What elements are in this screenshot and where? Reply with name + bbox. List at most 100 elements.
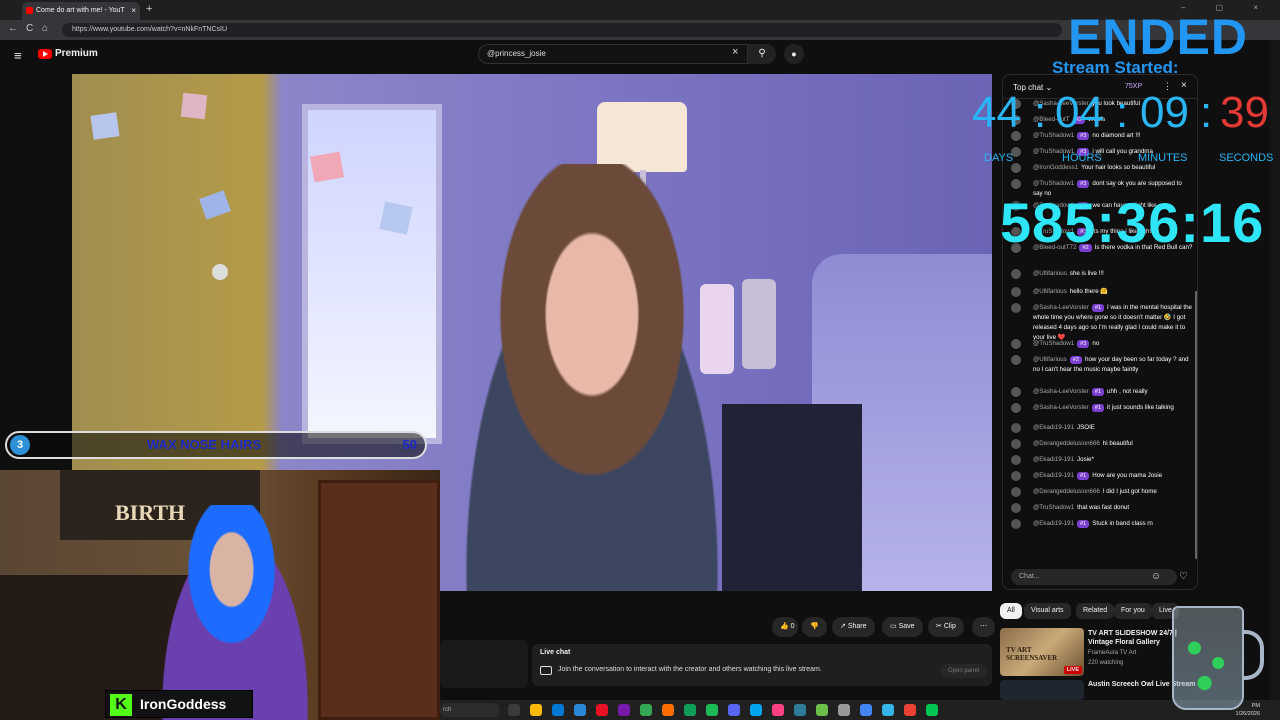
- taskbar-search[interactable]: rch: [440, 703, 500, 717]
- chat-message[interactable]: @IronGoddess1 Your hair looks so beautifu…: [1011, 163, 1193, 173]
- avatar[interactable]: [1011, 269, 1021, 279]
- taskbar-app-icon[interactable]: [640, 704, 652, 716]
- chat-message[interactable]: @Derangeddelusion666 hi beautiful: [1011, 439, 1193, 449]
- avatar[interactable]: [1011, 179, 1021, 189]
- reload-icon[interactable]: C: [26, 23, 33, 34]
- more-actions-button[interactable]: ⋯: [972, 617, 995, 637]
- taskbar-app-icon[interactable]: [574, 704, 586, 716]
- chat-author[interactable]: @Derangeddelusion666: [1033, 488, 1100, 495]
- chip-for-you[interactable]: For you: [1114, 603, 1152, 619]
- avatar[interactable]: [1011, 403, 1021, 413]
- chat-author[interactable]: @Sasha-LeeVorster: [1033, 304, 1089, 311]
- chat-message[interactable]: @Ekadi19-191 Josie*: [1011, 455, 1193, 465]
- emoji-icon[interactable]: ☺: [1151, 571, 1161, 582]
- taskbar-app-icon[interactable]: [926, 704, 938, 716]
- taskbar-app-icon[interactable]: [552, 704, 564, 716]
- heart-icon[interactable]: ♡: [1179, 571, 1188, 582]
- avatar[interactable]: [1011, 471, 1021, 481]
- share-button[interactable]: ↗ Share: [832, 617, 875, 637]
- chat-author[interactable]: @Ekadi19-191: [1033, 520, 1074, 527]
- recommendation-channel[interactable]: FrameAura TV Art: [1088, 650, 1136, 656]
- chip-visual-arts[interactable]: Visual arts: [1024, 603, 1071, 619]
- chip-all[interactable]: All: [1000, 603, 1022, 619]
- taskbar-app-icon[interactable]: [772, 704, 784, 716]
- chat-message[interactable]: @Ekadi19-191 #1 Stuck in band class rn: [1011, 519, 1193, 529]
- new-tab-button[interactable]: +: [146, 3, 152, 15]
- back-icon[interactable]: ←: [8, 23, 18, 34]
- taskbar-app-icon[interactable]: [750, 704, 762, 716]
- microphone-icon[interactable]: ●: [784, 44, 804, 64]
- avatar[interactable]: [1011, 355, 1021, 365]
- menu-icon[interactable]: ≡: [14, 48, 22, 63]
- chat-message[interactable]: @Sasha-LeeVorster #1 it just sounds like t…: [1011, 403, 1193, 413]
- taskbar-app-icon[interactable]: [530, 704, 542, 716]
- recommendation-thumbnail[interactable]: TV ART SCREENSAVER LIVE: [1000, 628, 1084, 676]
- tab-close-icon[interactable]: ×: [131, 2, 136, 20]
- clear-search-icon[interactable]: ×: [732, 46, 738, 58]
- avatar[interactable]: [1011, 519, 1021, 529]
- chat-message[interactable]: @Sasha-LeeVorster #1 uhh , not really: [1011, 387, 1193, 397]
- taskbar-app-icon[interactable]: [816, 704, 828, 716]
- chat-author[interactable]: @Ekadi19-191: [1033, 472, 1074, 479]
- chat-author[interactable]: @Ekadi19-191: [1033, 456, 1074, 463]
- chat-message[interactable]: @Ultifarious hello there 🤗: [1011, 287, 1193, 297]
- taskbar-app-icon[interactable]: [838, 704, 850, 716]
- recommendation-thumbnail[interactable]: [1000, 680, 1084, 700]
- chat-author[interactable]: @Sasha-LeeVorster: [1033, 388, 1089, 395]
- avatar[interactable]: [1011, 423, 1021, 433]
- hours-label: HOURS: [1062, 152, 1102, 164]
- chat-scrollbar[interactable]: [1195, 291, 1197, 559]
- avatar[interactable]: [1011, 303, 1021, 313]
- avatar[interactable]: [1011, 387, 1021, 397]
- chat-message[interactable]: @Ultifarious #2 how your day been so far t…: [1011, 355, 1193, 375]
- avatar[interactable]: [1011, 503, 1021, 513]
- chat-author[interactable]: @IronGoddess1: [1033, 164, 1078, 171]
- taskbar-app-icon[interactable]: [706, 704, 718, 716]
- chat-author[interactable]: @Sasha-LeeVorster: [1033, 404, 1089, 411]
- taskbar-app-icon[interactable]: [728, 704, 740, 716]
- youtube-logo-icon[interactable]: [38, 49, 52, 59]
- avatar[interactable]: [1011, 487, 1021, 497]
- avatar[interactable]: [1011, 339, 1021, 349]
- chat-author[interactable]: @Ultifarious: [1033, 356, 1067, 363]
- chat-author[interactable]: @Ekadi19-191: [1033, 424, 1074, 431]
- chat-message[interactable]: @Ultifarious she is live !!!: [1011, 269, 1193, 279]
- chat-author[interactable]: @TruShadow1: [1033, 340, 1074, 347]
- open-panel-button[interactable]: Open panel: [940, 664, 988, 678]
- chip-related[interactable]: Related: [1076, 603, 1115, 619]
- avatar[interactable]: [1011, 287, 1021, 297]
- chat-author[interactable]: @Derangeddelusion666: [1033, 440, 1100, 447]
- browser-tab[interactable]: Come do art with me! - YouT ×: [22, 2, 140, 20]
- like-button[interactable]: 👍 0: [772, 617, 798, 637]
- taskbar-app-icon[interactable]: [684, 704, 696, 716]
- chat-message[interactable]: @TruShadow1 #3 no: [1011, 339, 1193, 349]
- avatar[interactable]: [1011, 439, 1021, 449]
- chat-message[interactable]: @Ekadi19-191 JSOIE: [1011, 423, 1193, 433]
- search-input[interactable]: @princess_josie: [478, 44, 748, 64]
- url-field[interactable]: https://www.youtube.com/watch?v=nNkFnTNC…: [62, 23, 1062, 37]
- avatar[interactable]: [1011, 455, 1021, 465]
- chat-message[interactable]: @TruShadow1 that was fast donut: [1011, 503, 1193, 513]
- chat-message[interactable]: @Ekadi19-191 #1 How are you mama Josie: [1011, 471, 1193, 481]
- dislike-button[interactable]: 👎: [802, 617, 827, 637]
- taskbar-app-icon[interactable]: [794, 704, 806, 716]
- chat-author[interactable]: @Ultifarious: [1033, 288, 1067, 295]
- chat-author[interactable]: @TruShadow1: [1033, 180, 1074, 187]
- taskbar-app-icon[interactable]: [508, 704, 520, 716]
- chat-author[interactable]: @TruShadow1: [1033, 504, 1074, 511]
- search-icon[interactable]: ⚲: [748, 44, 776, 64]
- clip-button[interactable]: ✂ Clip: [928, 617, 964, 637]
- taskbar-app-icon[interactable]: [618, 704, 630, 716]
- taskbar-app-icon[interactable]: [596, 704, 608, 716]
- taskbar-app-icon[interactable]: [662, 704, 674, 716]
- taskbar-app-icon[interactable]: [904, 704, 916, 716]
- home-icon[interactable]: ⌂: [42, 23, 48, 34]
- chat-author[interactable]: @Ultifarious: [1033, 270, 1067, 277]
- taskbar-app-icon[interactable]: [882, 704, 894, 716]
- save-button[interactable]: ▭ Save: [882, 617, 923, 637]
- chat-message[interactable]: @Sasha-LeeVorster #1 I was in the mental h…: [1011, 303, 1193, 343]
- avatar[interactable]: [1011, 163, 1021, 173]
- chat-message[interactable]: @Derangeddelusion666 I did I just got hom…: [1011, 487, 1193, 497]
- premium-label[interactable]: Premium: [55, 48, 98, 59]
- taskbar-app-icon[interactable]: [860, 704, 872, 716]
